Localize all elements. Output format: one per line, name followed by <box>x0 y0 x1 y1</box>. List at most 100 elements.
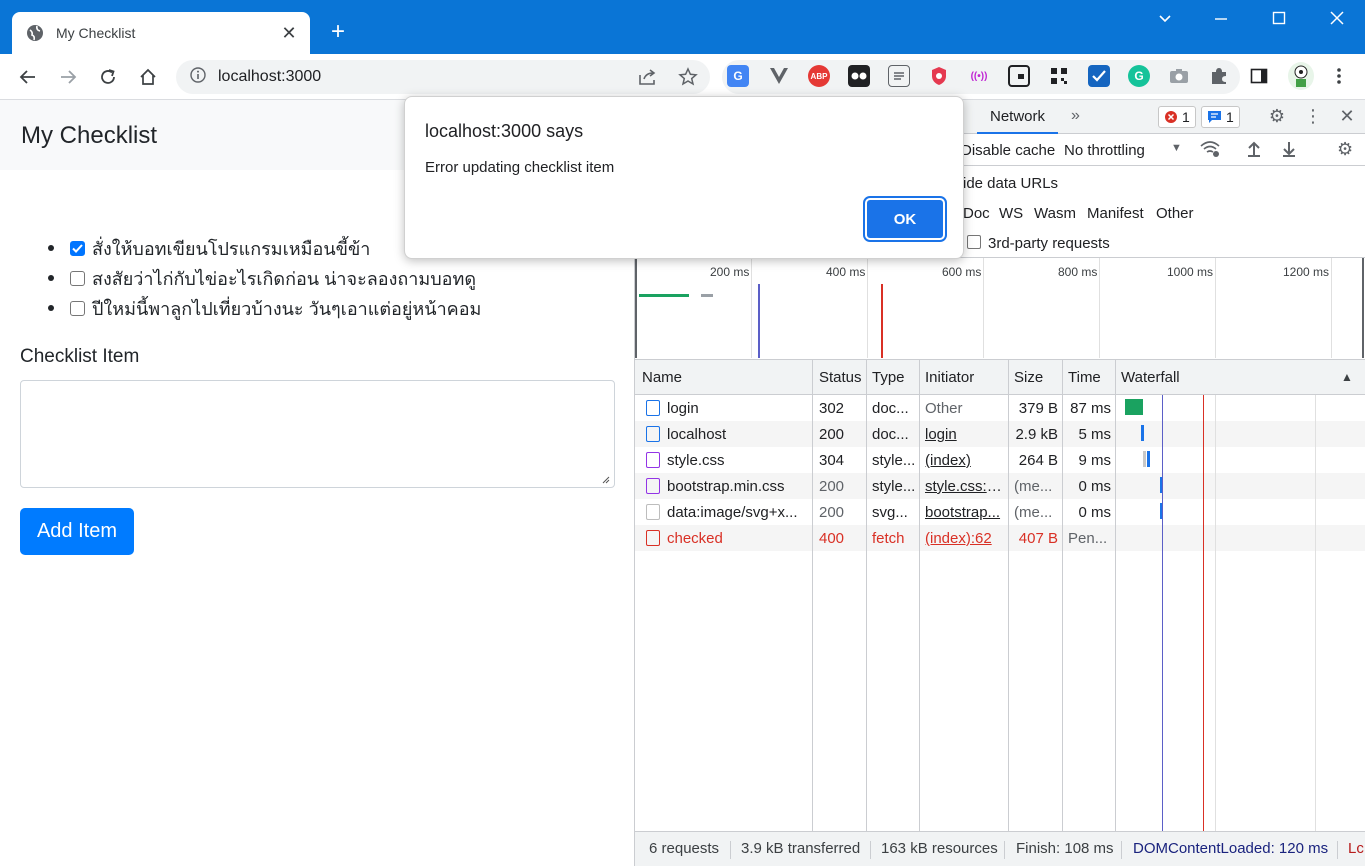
ok-button[interactable]: OK <box>863 196 947 242</box>
item-text: สงสัยว่าไก่กับไข่อะไรเกิดก่อน น่าจะลองถา… <box>92 268 477 289</box>
column-initiator[interactable]: Initiator <box>925 369 974 386</box>
maximize-icon[interactable] <box>1264 10 1294 31</box>
close-tab-icon[interactable]: ✕ <box>280 23 298 44</box>
vue-devtools-icon[interactable] <box>768 65 790 87</box>
qr-code-icon[interactable] <box>1048 65 1070 87</box>
tab-network[interactable]: Network <box>977 100 1059 134</box>
devtools-close-icon[interactable]: ✕ <box>1336 106 1358 127</box>
timeline-request-bar <box>701 294 713 297</box>
grammarly-icon[interactable]: G <box>1128 65 1150 87</box>
profile-avatar-icon[interactable] <box>1288 62 1314 90</box>
finish-time: Finish: 108 ms <box>1016 840 1114 857</box>
request-name: login <box>667 400 699 417</box>
column-status[interactable]: Status <box>819 369 862 386</box>
timeline-gridline <box>983 258 984 358</box>
info-icon[interactable] <box>190 66 206 88</box>
throttling-select[interactable]: No throttling <box>1064 142 1145 159</box>
tab-search-icon[interactable] <box>1150 10 1180 31</box>
table-row[interactable]: login 302 doc... Other 379 B 87 ms <box>635 395 1365 421</box>
column-name[interactable]: Name <box>642 369 682 386</box>
table-row[interactable]: localhost 200 doc... login 2.9 kB 5 ms <box>635 421 1365 447</box>
shield-icon[interactable] <box>928 65 950 87</box>
column-divider[interactable] <box>866 360 867 831</box>
reload-icon[interactable] <box>96 65 120 89</box>
request-initiator-link[interactable]: login <box>925 426 1005 443</box>
table-row[interactable]: style.css 304 style... (index) 264 B 9 m… <box>635 447 1365 473</box>
todo-check-icon[interactable] <box>1088 65 1110 87</box>
checklist-item-input[interactable] <box>20 380 615 488</box>
home-icon[interactable] <box>136 65 160 89</box>
column-divider[interactable] <box>1008 360 1009 831</box>
throttling-dropdown-icon[interactable]: ▼ <box>1171 142 1182 154</box>
item-checkbox[interactable] <box>70 240 85 256</box>
devtools-settings-icon[interactable]: ⚙ <box>1266 106 1288 127</box>
status-divider <box>1337 841 1338 859</box>
close-window-icon[interactable] <box>1322 10 1352 31</box>
google-translate-icon[interactable]: G <box>727 65 749 87</box>
table-row[interactable]: bootstrap.min.css 200 style... style.css… <box>635 473 1365 499</box>
back-icon[interactable] <box>16 65 40 89</box>
add-item-button[interactable]: Add Item <box>20 508 134 555</box>
column-type[interactable]: Type <box>872 369 905 386</box>
timeline-range-handle[interactable] <box>635 258 637 358</box>
filter-doc[interactable]: Doc <box>963 205 990 222</box>
import-har-icon[interactable] <box>1245 140 1263 162</box>
column-divider[interactable] <box>919 360 920 831</box>
disable-cache-label[interactable]: Disable cache <box>961 142 1055 159</box>
column-size[interactable]: Size <box>1014 369 1043 386</box>
column-divider[interactable] <box>812 360 813 831</box>
filter-manifest[interactable]: Manifest <box>1087 205 1144 222</box>
reader-icon[interactable] <box>888 65 910 87</box>
podcast-icon[interactable]: ((•)) <box>968 65 990 87</box>
export-har-icon[interactable] <box>1280 140 1298 162</box>
errors-badge[interactable]: 1 <box>1158 106 1196 128</box>
filter-wasm[interactable]: Wasm <box>1034 205 1076 222</box>
table-row[interactable]: checked 400 fetch (index):62 407 B Pen..… <box>635 525 1365 551</box>
item-checkbox[interactable] <box>70 270 85 286</box>
browser-tab[interactable]: My Checklist ✕ <box>12 12 310 54</box>
third-party-checkbox[interactable] <box>967 235 981 249</box>
column-waterfall[interactable]: Waterfall <box>1121 369 1180 386</box>
column-divider[interactable] <box>1115 360 1116 831</box>
forward-icon[interactable] <box>56 65 80 89</box>
more-tabs-icon[interactable]: » <box>1071 107 1080 125</box>
page-title: My Checklist <box>21 122 158 149</box>
messages-badge[interactable]: 1 <box>1201 106 1240 128</box>
column-time[interactable]: Time <box>1068 369 1101 386</box>
table-row[interactable]: data:image/svg+x... 200 svg... bootstrap… <box>635 499 1365 525</box>
new-tab-icon[interactable]: + <box>326 20 350 44</box>
bookmark-star-icon[interactable] <box>678 67 698 92</box>
column-divider[interactable] <box>1062 360 1063 831</box>
minimize-icon[interactable] <box>1206 10 1236 31</box>
filter-other[interactable]: Other <box>1156 205 1194 222</box>
sort-ascending-icon[interactable]: ▲ <box>1341 370 1353 384</box>
hide-data-urls-label[interactable]: ide data URLs <box>963 175 1058 192</box>
load-time: Lc <box>1348 840 1364 857</box>
side-panel-icon[interactable] <box>1248 65 1270 87</box>
table-header: Name Status Type Initiator Size Time Wat… <box>635 360 1365 395</box>
waterfall-load-line <box>1203 395 1204 831</box>
puzzle-extensions-icon[interactable] <box>1208 65 1230 87</box>
picture-in-picture-icon[interactable] <box>1008 65 1030 87</box>
devtools-menu-icon[interactable]: ⋮ <box>1302 106 1324 127</box>
network-settings-icon[interactable]: ⚙ <box>1337 139 1353 160</box>
filter-ws[interactable]: WS <box>999 205 1023 222</box>
address-bar[interactable]: localhost:3000 <box>176 60 710 94</box>
resize-grip-icon[interactable] <box>600 474 610 487</box>
network-overview-timeline[interactable]: 200 ms 400 ms 600 ms 800 ms 1000 ms 1200… <box>635 258 1365 360</box>
item-checkbox[interactable] <box>70 300 85 316</box>
request-initiator-link[interactable]: (index):62 <box>925 530 1005 547</box>
request-size: 264 B <box>1018 452 1058 469</box>
camera-icon[interactable] <box>1168 65 1190 87</box>
timeline-range-handle[interactable] <box>1362 258 1364 358</box>
network-conditions-icon[interactable] <box>1199 140 1221 162</box>
share-icon[interactable] <box>638 68 658 91</box>
menu-kebab-icon[interactable] <box>1328 65 1350 87</box>
request-initiator-link[interactable]: style.css:-l... <box>925 478 1005 495</box>
request-name: bootstrap.min.css <box>667 478 785 495</box>
request-initiator-link[interactable]: (index) <box>925 452 1005 469</box>
tampermonkey-icon[interactable] <box>848 65 870 87</box>
request-initiator-link[interactable]: bootstrap... <box>925 504 1005 521</box>
adblock-icon[interactable]: ABP <box>808 65 830 87</box>
errors-count: 1 <box>1182 109 1190 125</box>
